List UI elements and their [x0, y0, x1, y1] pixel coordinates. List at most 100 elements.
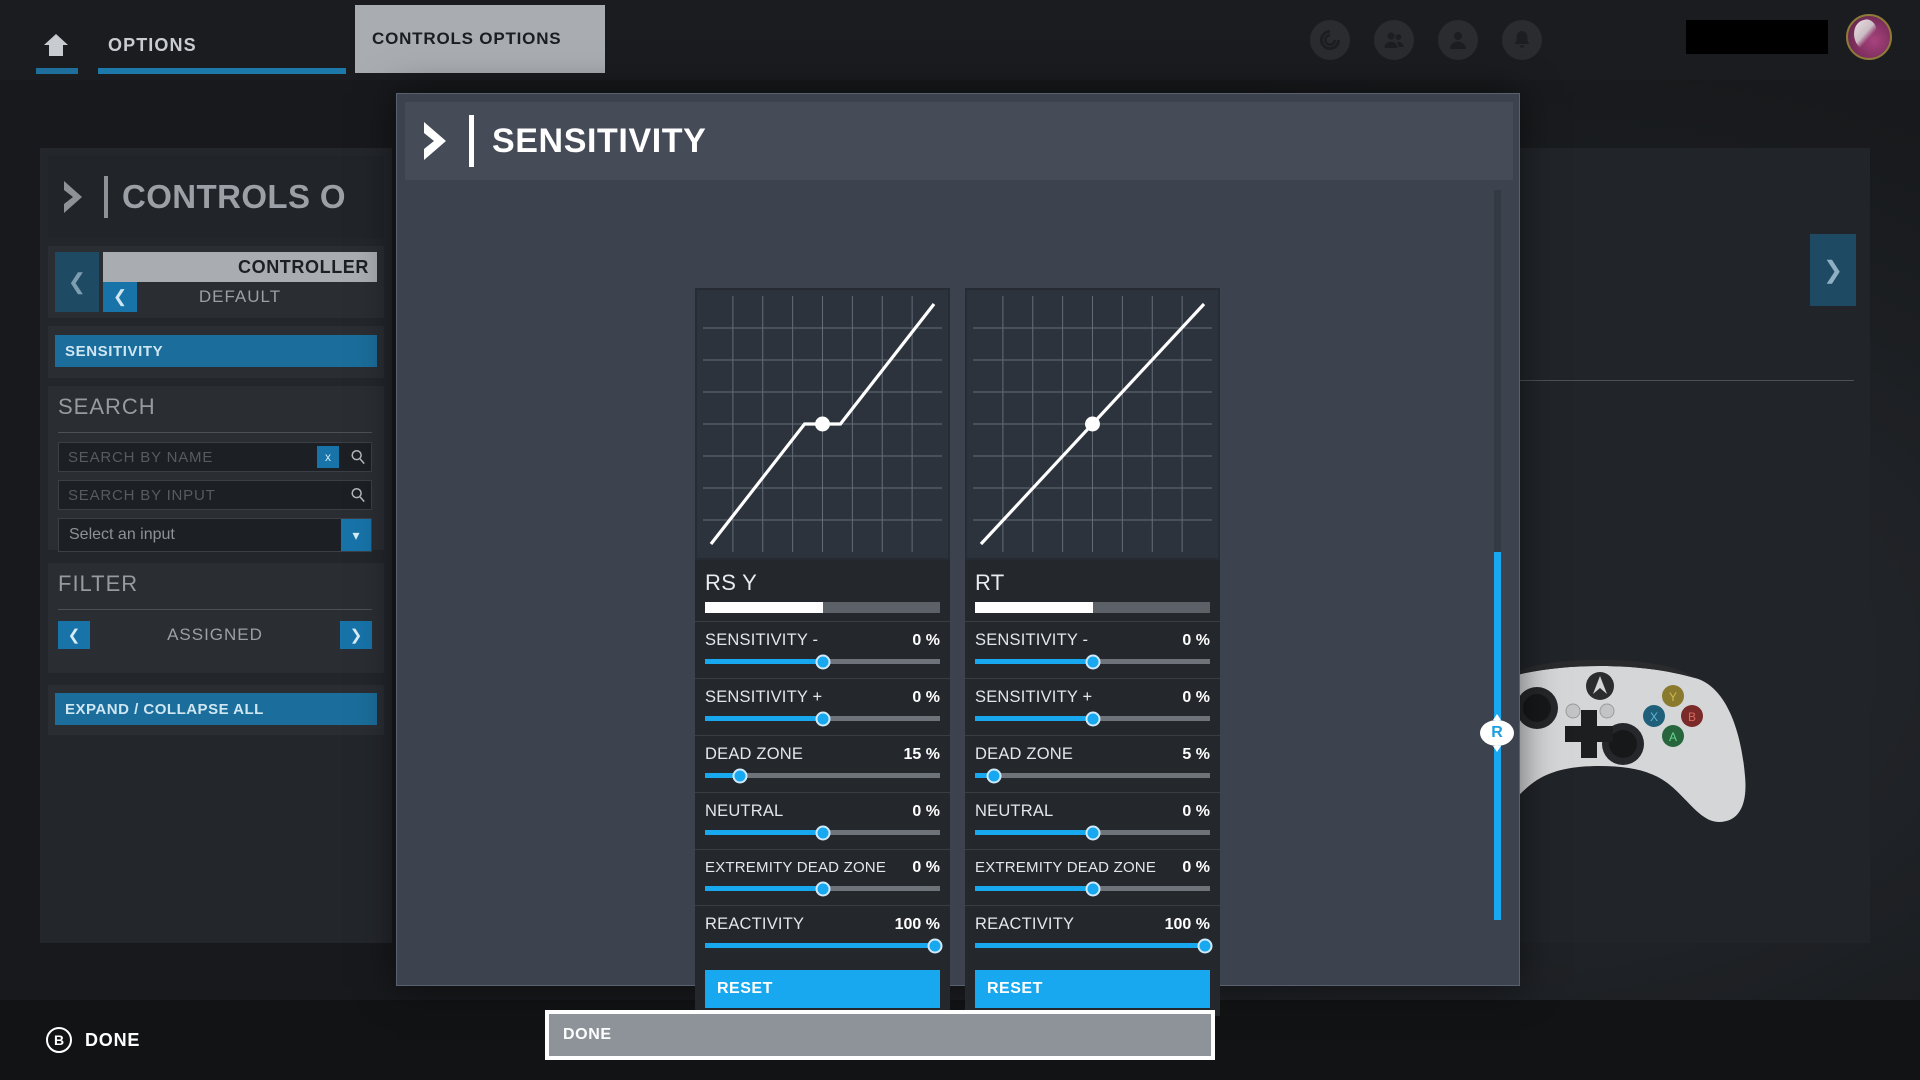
slider-value: 0 %: [912, 689, 940, 706]
tab-options[interactable]: OPTIONS: [98, 28, 346, 62]
modal-title: SENSITIVITY: [492, 121, 707, 160]
profile-icon[interactable]: [1438, 20, 1478, 60]
slider-track[interactable]: [705, 881, 940, 896]
sensitivity-modal: SENSITIVITY RS Y SENSITIVITY - 0 % SENSI…: [396, 93, 1520, 1060]
filter-next-button[interactable]: ❯: [340, 621, 372, 649]
slider-track[interactable]: [975, 711, 1210, 726]
chevron-right-icon: [60, 179, 94, 215]
slider-track[interactable]: [705, 768, 940, 783]
search-by-input-field[interactable]: SEARCH BY INPUT: [58, 480, 372, 510]
slider-reactivity[interactable]: REACTIVITY 100 %: [695, 905, 950, 962]
slider-sensitivity-minus[interactable]: SENSITIVITY - 0 %: [965, 621, 1220, 678]
slider-value: 0 %: [912, 803, 940, 820]
sensitivity-curve-graph[interactable]: [695, 288, 950, 560]
filter-section: FILTER ❮ ASSIGNED ❯: [48, 563, 384, 673]
input-select-dropdown[interactable]: Select an input ▾: [58, 518, 372, 552]
slider-neutral[interactable]: NEUTRAL 0 %: [965, 792, 1220, 849]
slider-dead-zone[interactable]: DEAD ZONE 15 %: [695, 735, 950, 792]
slider-value: 100 %: [1164, 916, 1210, 933]
clear-search-icon[interactable]: x: [317, 446, 339, 468]
slider-track[interactable]: [705, 654, 940, 669]
nav-icon-group: [1310, 20, 1542, 60]
expand-collapse-section: EXPAND / COLLAPSE ALL: [48, 685, 384, 735]
done-button[interactable]: DONE: [549, 1014, 1211, 1056]
controls-options-panel: CONTROLS O ❮ CONTROLLER ❮ DEFAULT SENSIT…: [40, 148, 392, 943]
bottom-done-label[interactable]: DONE: [85, 1030, 140, 1051]
next-page-button[interactable]: ❯: [1810, 234, 1856, 306]
axis-live-meter-fill: [975, 602, 1093, 613]
filter-prev-button[interactable]: ❮: [58, 621, 90, 649]
slider-label: EXTREMITY DEAD ZONE: [705, 859, 887, 876]
home-icon[interactable]: [38, 28, 74, 62]
search-by-name-field[interactable]: SEARCH BY NAME x: [58, 442, 372, 472]
slider-value: 5 %: [1182, 746, 1210, 763]
filter-heading: FILTER: [58, 571, 139, 596]
home-tab-underline: [36, 68, 78, 74]
profile-prev-button[interactable]: ❮: [55, 252, 99, 312]
slider-track[interactable]: [975, 825, 1210, 840]
slider-value: 0 %: [912, 632, 940, 649]
notifications-icon[interactable]: [1502, 20, 1542, 60]
slider-label: REACTIVITY: [975, 915, 1075, 933]
modal-body: RS Y SENSITIVITY - 0 % SENSITIVITY + 0 %…: [405, 186, 1513, 1060]
avatar[interactable]: [1846, 14, 1892, 60]
slider-value: 0 %: [1182, 859, 1210, 876]
b-button-icon: B: [46, 1027, 72, 1053]
slider-sensitivity-plus[interactable]: SENSITIVITY + 0 %: [965, 678, 1220, 735]
slider-track[interactable]: [705, 711, 940, 726]
reset-button[interactable]: RESET: [975, 970, 1210, 1008]
expand-collapse-all-button[interactable]: EXPAND / COLLAPSE ALL: [55, 693, 377, 725]
slider-sensitivity-plus[interactable]: SENSITIVITY + 0 %: [695, 678, 950, 735]
app-root: CONTROLS O ❮ CONTROLLER ❮ DEFAULT SENSIT…: [0, 0, 1920, 1080]
slider-reactivity[interactable]: REACTIVITY 100 %: [965, 905, 1220, 962]
slider-track[interactable]: [975, 938, 1213, 953]
slider-neutral[interactable]: NEUTRAL 0 %: [695, 792, 950, 849]
slider-label: DEAD ZONE: [975, 745, 1074, 763]
svg-text:B: B: [1688, 710, 1696, 724]
axis-settings-rs-y: RS Y SENSITIVITY - 0 % SENSITIVITY + 0 %…: [695, 560, 950, 1016]
sensitivity-curve-graph[interactable]: [965, 288, 1220, 560]
slider-value: 100 %: [894, 916, 940, 933]
profile-sub-prev-button[interactable]: ❮: [103, 282, 137, 312]
slider-label: SENSITIVITY -: [705, 631, 819, 649]
profile-value: CONTROLLER: [103, 252, 377, 282]
slider-track[interactable]: [975, 881, 1210, 896]
slider-track[interactable]: [705, 938, 943, 953]
axis-column-rt: RT SENSITIVITY - 0 % SENSITIVITY + 0 % D…: [965, 288, 1220, 1016]
slider-track[interactable]: [975, 654, 1210, 669]
slider-value: 0 %: [1182, 689, 1210, 706]
sensitivity-button[interactable]: SENSITIVITY: [55, 335, 377, 367]
search-icon[interactable]: [345, 487, 371, 503]
search-section: SEARCH SEARCH BY NAME x SEARCH BY INPUT …: [48, 386, 384, 552]
slider-extremity-dead-zone[interactable]: EXTREMITY DEAD ZONE 0 %: [695, 849, 950, 905]
slider-value: 15 %: [903, 746, 940, 763]
profile-selector[interactable]: ❮ CONTROLLER ❮ DEFAULT: [48, 246, 384, 318]
search-heading: SEARCH: [58, 394, 156, 419]
chevron-down-icon[interactable]: ▾: [341, 519, 371, 551]
profile-sub-value: DEFAULT: [198, 287, 282, 306]
slider-value: 0 %: [1182, 803, 1210, 820]
target-icon[interactable]: [1310, 20, 1350, 60]
reset-button[interactable]: RESET: [705, 970, 940, 1008]
axis-name: RS Y: [705, 570, 758, 595]
slider-extremity-dead-zone[interactable]: EXTREMITY DEAD ZONE 0 %: [965, 849, 1220, 905]
search-by-name-placeholder: SEARCH BY NAME: [68, 448, 214, 466]
axis-settings-rt: RT SENSITIVITY - 0 % SENSITIVITY + 0 % D…: [965, 560, 1220, 1016]
username-redacted: [1686, 20, 1828, 54]
tab-controls-options[interactable]: CONTROLS OPTIONS: [355, 5, 605, 73]
top-navigation-bar: OPTIONS CONTROLS OPTIONS: [0, 0, 1920, 80]
modal-header: SENSITIVITY: [405, 102, 1513, 180]
slider-value: 0 %: [1182, 632, 1210, 649]
search-icon[interactable]: [345, 449, 371, 465]
slider-track[interactable]: [705, 825, 940, 840]
input-select-value: Select an input: [69, 526, 175, 543]
svg-text:Y: Y: [1669, 690, 1677, 704]
friends-icon[interactable]: [1374, 20, 1414, 60]
slider-track[interactable]: [975, 768, 1210, 783]
scroll-indicator-label: R: [1491, 724, 1503, 741]
modal-title-divider: [469, 115, 474, 167]
chevron-right-icon: [419, 119, 459, 163]
slider-dead-zone[interactable]: DEAD ZONE 5 %: [965, 735, 1220, 792]
search-by-input-placeholder: SEARCH BY INPUT: [68, 486, 216, 504]
slider-sensitivity-minus[interactable]: SENSITIVITY - 0 %: [695, 621, 950, 678]
